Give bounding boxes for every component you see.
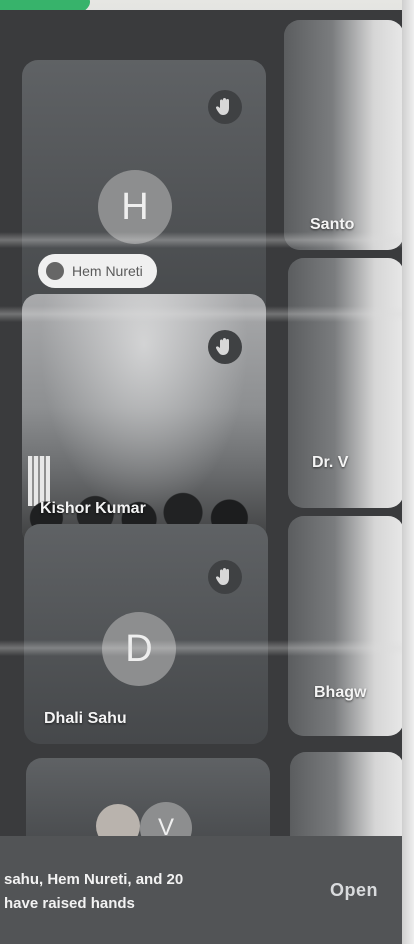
- hand-raised-badge: [208, 560, 242, 594]
- participant-tile[interactable]: D Dhali Sahu: [24, 524, 268, 744]
- participant-name: Hem Nureti: [72, 263, 143, 279]
- user-avatar-icon: [46, 262, 64, 280]
- participant-name: Kishor Kumar: [40, 500, 146, 517]
- raised-hand-icon: [216, 338, 229, 355]
- participant-tile[interactable]: Santo: [284, 20, 404, 250]
- background-paper-edge: [402, 0, 414, 944]
- participant-grid: H Hem Nureti Santo Kishor Kumar Dr. V D …: [0, 10, 404, 858]
- avatar: H: [98, 170, 172, 244]
- raised-hand-icon: [216, 568, 229, 585]
- hand-raised-badge: [208, 330, 242, 364]
- participant-tile[interactable]: Kishor Kumar: [22, 294, 266, 546]
- name-chip: Hem Nureti: [38, 254, 157, 288]
- hand-raised-badge: [208, 90, 242, 124]
- avatar: D: [102, 612, 176, 686]
- raised-hands-line1: sahu, Hem Nureti, and 20: [4, 871, 184, 888]
- open-raised-hands-button[interactable]: Open: [330, 880, 378, 901]
- raised-hand-icon: [216, 98, 229, 115]
- participant-name: Santo: [310, 216, 355, 233]
- participant-tile[interactable]: Dr. V: [288, 258, 404, 508]
- raised-hands-message: sahu, Hem Nureti, and 20 have raised han…: [4, 868, 274, 916]
- participant-name: Dr. V: [312, 454, 349, 471]
- participant-video: [288, 516, 404, 736]
- participant-name: Dhali Sahu: [44, 710, 127, 727]
- participant-name: Bhagw: [314, 684, 367, 701]
- participant-tile[interactable]: Bhagw: [288, 516, 404, 736]
- raised-hands-line2: have raised hands: [4, 895, 135, 912]
- participant-tile[interactable]: H Hem Nureti: [22, 60, 266, 330]
